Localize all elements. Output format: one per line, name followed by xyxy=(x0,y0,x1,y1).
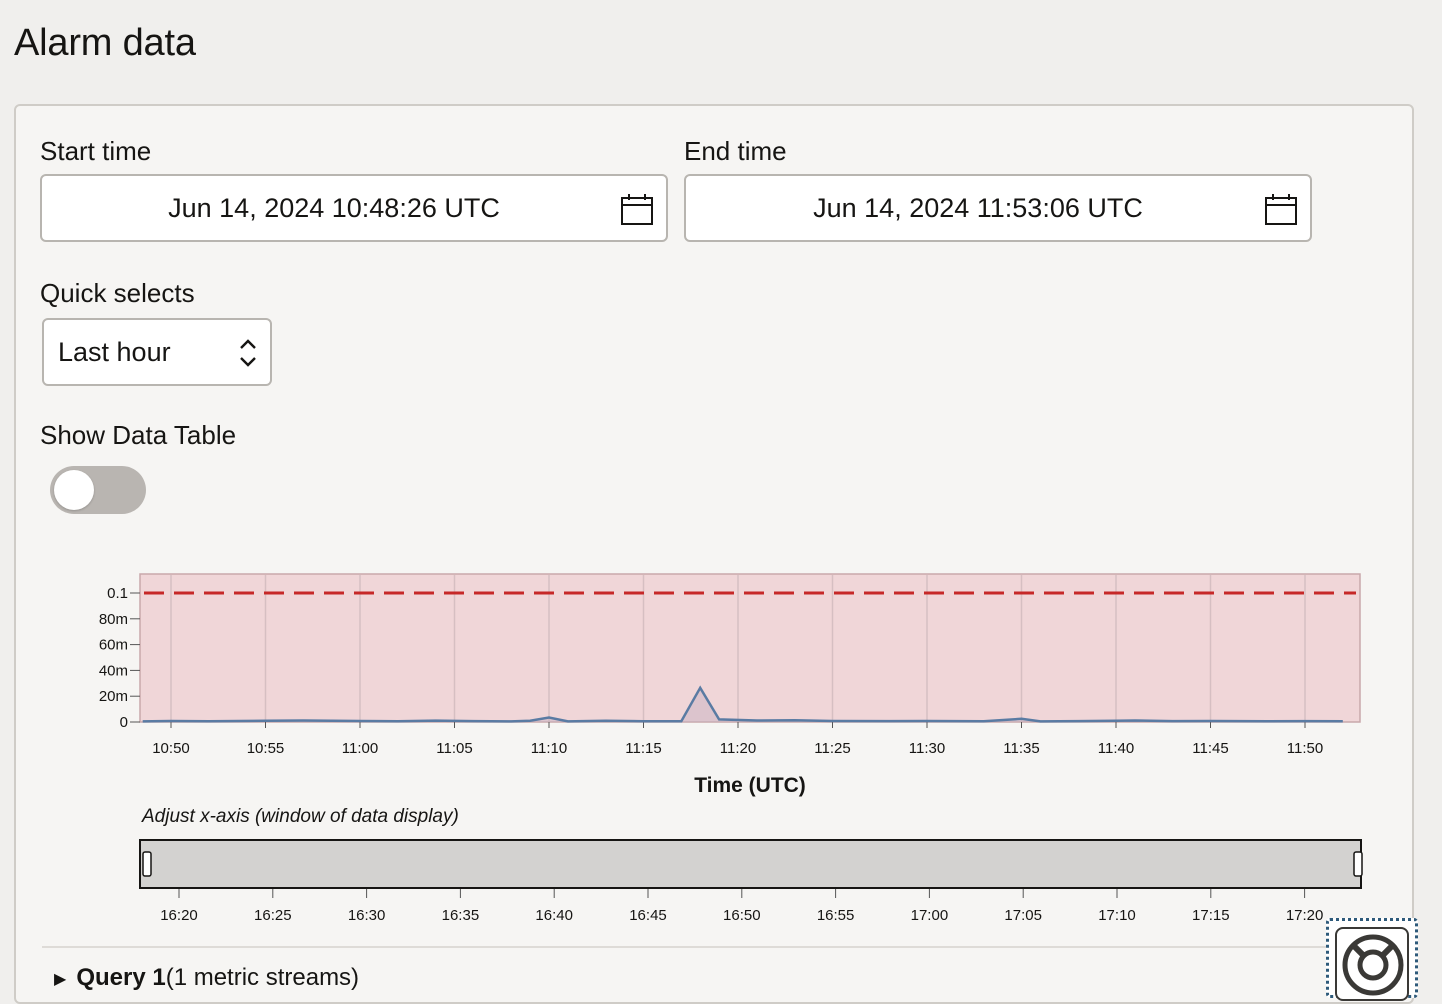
y-tick-label: 20m xyxy=(99,688,128,705)
range-tick-label: 17:05 xyxy=(1004,907,1042,924)
x-tick-label: 11:00 xyxy=(342,740,378,757)
lifebuoy-icon xyxy=(1335,927,1409,1001)
query-detail: (1 metric streams) xyxy=(165,964,360,991)
range-tick-label: 16:30 xyxy=(348,907,386,924)
alarm-data-panel: Start time Jun 14, 2024 10:48:26 UTC End… xyxy=(14,104,1414,1004)
x-tick-label: 11:15 xyxy=(625,740,661,757)
x-tick-label: 11:05 xyxy=(436,740,472,757)
range-tick-label: 17:10 xyxy=(1098,907,1136,924)
range-tick-label: 16:20 xyxy=(160,907,198,924)
query-name: Query 1 xyxy=(76,964,166,991)
x-tick-label: 10:50 xyxy=(152,740,190,757)
range-tick-label: 16:50 xyxy=(723,907,761,924)
alarm-zone xyxy=(139,573,1361,723)
x-tick-label: 11:10 xyxy=(531,740,567,757)
y-tick-label: 0.1 xyxy=(107,585,128,602)
y-tick-label: 80m xyxy=(99,611,128,628)
x-tick-label: 11:30 xyxy=(909,740,945,757)
range-tick-label: 16:40 xyxy=(535,907,573,924)
x-tick-label: 10:55 xyxy=(247,740,285,757)
x-tick-label: 11:40 xyxy=(1098,740,1134,757)
x-tick-label: 11:35 xyxy=(1003,740,1039,757)
range-tick-label: 17:15 xyxy=(1192,907,1230,924)
range-selector-caption: Adjust x-axis (window of data display) xyxy=(142,806,459,827)
range-tick-label: 16:45 xyxy=(629,907,667,924)
range-handle-left[interactable] xyxy=(142,851,152,877)
x-tick-label: 11:50 xyxy=(1287,740,1323,757)
range-tick-label: 16:35 xyxy=(442,907,480,924)
x-axis-title: Time (UTC) xyxy=(694,774,806,797)
range-tick-label: 16:55 xyxy=(817,907,855,924)
range-tick-label: 16:25 xyxy=(254,907,292,924)
y-tick-label: 60m xyxy=(99,637,128,654)
page-title: Alarm data xyxy=(14,22,196,64)
range-tick-label: 17:00 xyxy=(911,907,949,924)
x-tick-label: 11:20 xyxy=(720,740,756,757)
y-tick-label: 0 xyxy=(120,714,128,731)
x-tick-label: 11:25 xyxy=(814,740,850,757)
range-tick-label: 17:20 xyxy=(1286,907,1324,924)
query-1-expander[interactable]: ▶ Query 1(1 metric streams) xyxy=(54,964,359,992)
y-tick-label: 40m xyxy=(99,662,128,679)
section-divider xyxy=(42,946,1392,948)
range-window[interactable] xyxy=(139,839,1362,889)
x-tick-label: 11:45 xyxy=(1192,740,1228,757)
caret-right-icon: ▶ xyxy=(54,970,67,988)
range-handle-right[interactable] xyxy=(1353,851,1363,877)
help-button[interactable] xyxy=(1326,918,1418,1001)
